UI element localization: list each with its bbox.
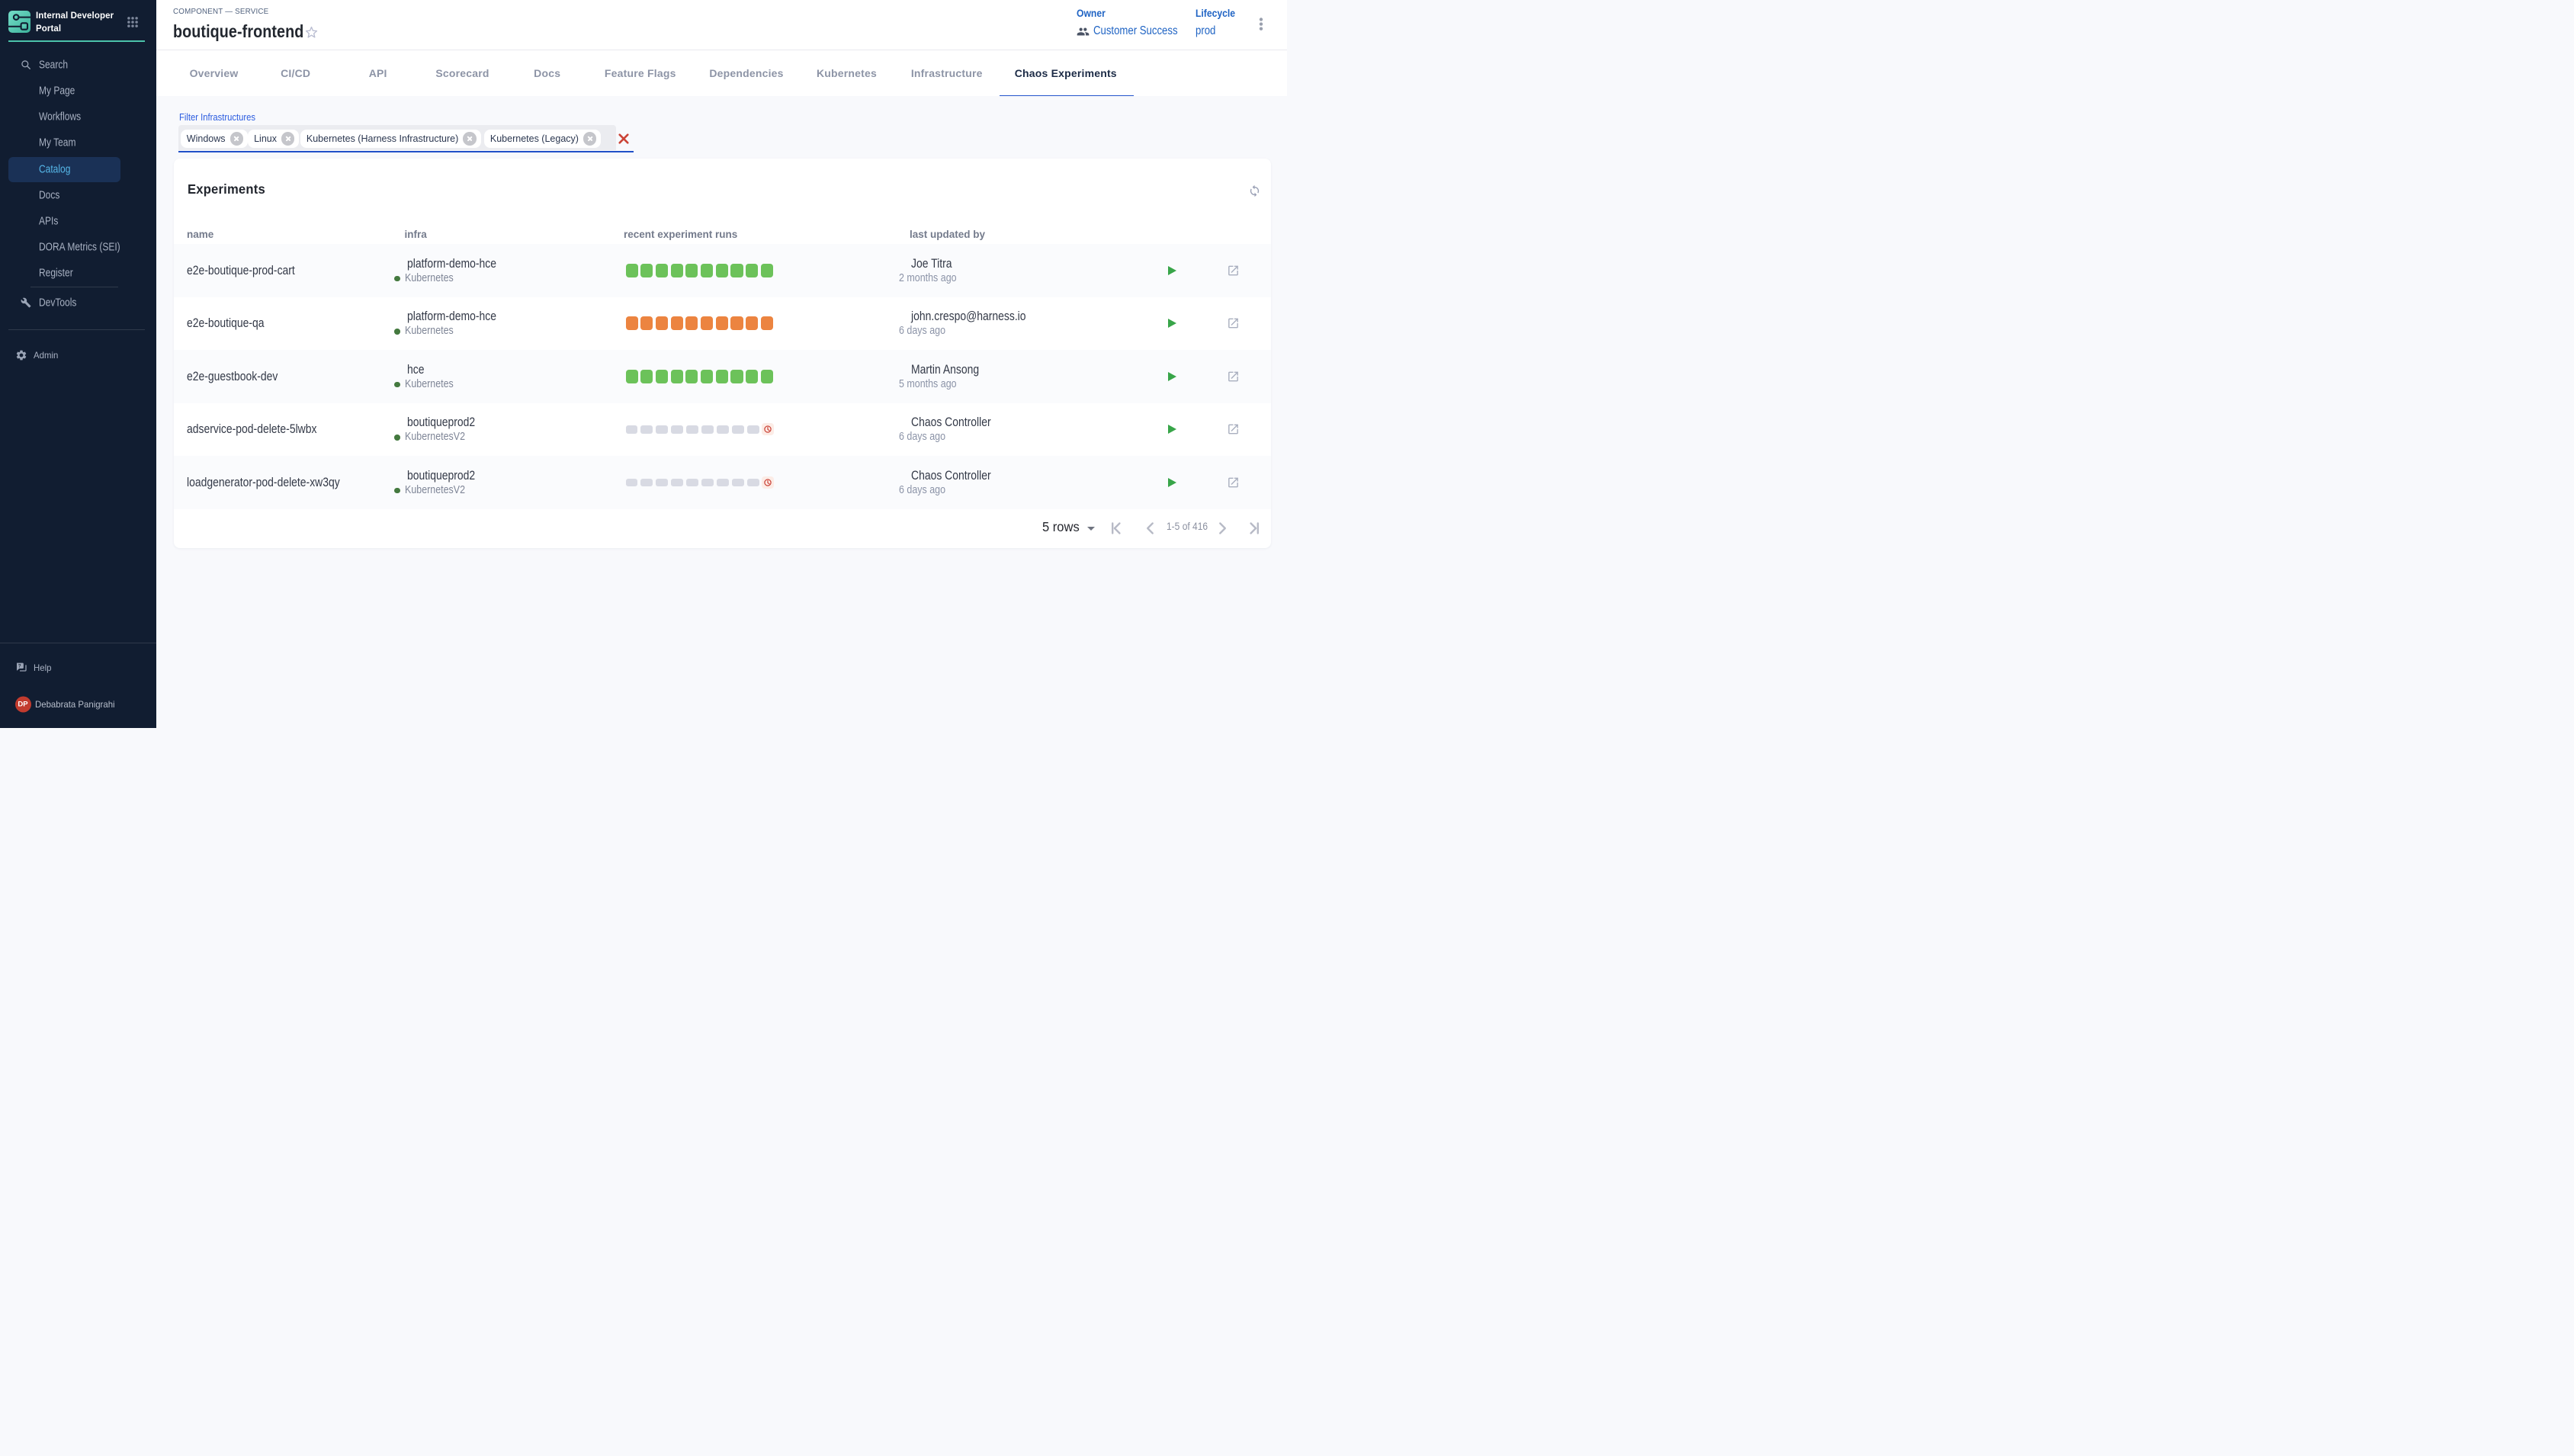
svg-text:?: ? bbox=[18, 664, 21, 669]
